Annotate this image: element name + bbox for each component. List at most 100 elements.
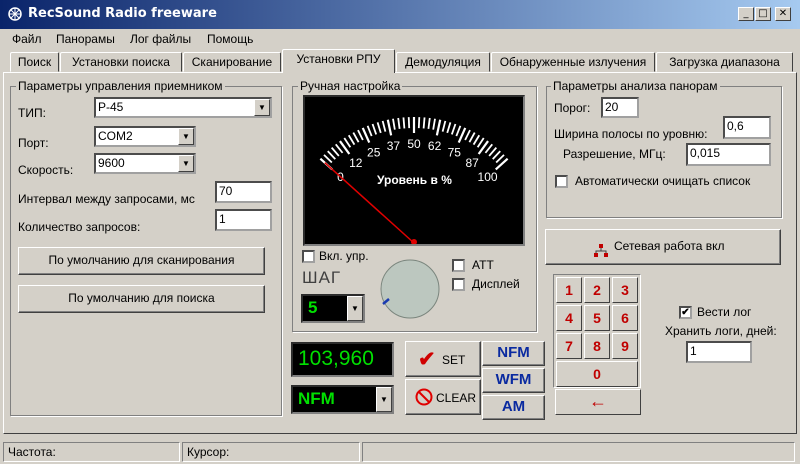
chevron-down-icon[interactable]: ▼ bbox=[178, 128, 194, 145]
interval-label: Интервал между запросами, мс bbox=[18, 192, 195, 206]
meter-tick bbox=[335, 143, 344, 154]
meter-tick bbox=[450, 123, 457, 135]
set-label: SET bbox=[442, 353, 466, 367]
speed-value: 9600 bbox=[98, 156, 125, 170]
port-select[interactable]: COM2 ▼ bbox=[94, 126, 196, 147]
log-days-input[interactable]: 1 bbox=[686, 341, 752, 363]
menu-help[interactable]: Помощь bbox=[207, 32, 253, 46]
key-1[interactable]: 1 bbox=[556, 277, 582, 303]
key-6[interactable]: 6 bbox=[612, 305, 638, 331]
meter-label: Уровень в % bbox=[377, 173, 452, 187]
clear-button[interactable]: CLEAR bbox=[405, 379, 481, 415]
meter-tick bbox=[330, 147, 340, 157]
key-9[interactable]: 9 bbox=[612, 333, 638, 359]
display-checkbox[interactable] bbox=[452, 278, 465, 291]
tab-band-load[interactable]: Загрузка диапазона bbox=[656, 52, 793, 72]
resolution-input[interactable]: 0,015 bbox=[686, 143, 771, 166]
step-select[interactable]: 5 ▼ bbox=[301, 294, 365, 323]
default-scan-button[interactable]: По умолчанию для сканирования bbox=[18, 247, 265, 275]
tab-demodulation[interactable]: Демодуляция bbox=[396, 52, 490, 72]
nfm-button[interactable]: NFM bbox=[482, 341, 545, 366]
meter-tick bbox=[381, 120, 387, 132]
speed-label: Скорость: bbox=[18, 163, 74, 177]
meter-tick bbox=[432, 118, 436, 130]
step-value: 5 bbox=[308, 298, 318, 317]
tab-search-settings[interactable]: Установки поиска bbox=[60, 52, 182, 72]
arrow-left-icon: ← bbox=[589, 391, 607, 411]
backspace-button[interactable]: ← bbox=[555, 389, 641, 415]
chevron-down-icon[interactable]: ▼ bbox=[178, 155, 194, 172]
step-label: ШАГ bbox=[302, 268, 342, 287]
network-button[interactable]: Сетевая работа вкл bbox=[545, 229, 781, 265]
mode-value: NFM bbox=[298, 389, 335, 408]
vkl-upr-checkbox[interactable] bbox=[302, 250, 315, 263]
meter-tick bbox=[457, 127, 467, 143]
keep-log-checkbox[interactable]: ✔ bbox=[679, 306, 692, 319]
speed-select[interactable]: 9600 ▼ bbox=[94, 153, 196, 174]
key-0[interactable]: 0 bbox=[556, 361, 638, 387]
meter-tick-label: 50 bbox=[407, 137, 421, 151]
key-2[interactable]: 2 bbox=[584, 277, 610, 303]
count-input[interactable]: 1 bbox=[215, 209, 272, 231]
am-button[interactable]: AM bbox=[482, 395, 545, 420]
tab-receiver-settings[interactable]: Установки РПУ bbox=[282, 49, 395, 73]
att-checkbox[interactable] bbox=[452, 259, 465, 272]
autoclear-label: Автоматически очищать список bbox=[575, 174, 751, 188]
tab-detected-emissions[interactable]: Обнаруженные излучения bbox=[491, 52, 655, 72]
meter-tick bbox=[392, 118, 396, 130]
meter-tick bbox=[343, 137, 352, 148]
menu-logfiles[interactable]: Лог файлы bbox=[130, 32, 191, 46]
meter-tick bbox=[435, 119, 442, 136]
status-cursor: Курсор: bbox=[182, 442, 360, 462]
key-7[interactable]: 7 bbox=[556, 333, 582, 359]
mode-select[interactable]: NFM ▼ bbox=[291, 385, 394, 414]
type-select[interactable]: P-45 ▼ bbox=[94, 97, 272, 118]
default-search-button[interactable]: По умолчанию для поиска bbox=[18, 285, 265, 313]
wfm-button[interactable]: WFM bbox=[482, 368, 545, 393]
meter-tick bbox=[376, 122, 382, 134]
key-8[interactable]: 8 bbox=[584, 333, 610, 359]
tab-scanning[interactable]: Сканирование bbox=[183, 52, 281, 72]
tab-search[interactable]: Поиск bbox=[10, 52, 59, 72]
threshold-input[interactable]: 20 bbox=[601, 97, 639, 118]
interval-input[interactable]: 70 bbox=[215, 181, 272, 203]
panorama-group-title: Параметры анализа панорам bbox=[551, 79, 720, 93]
meter-tick bbox=[397, 117, 401, 130]
autoclear-checkbox[interactable] bbox=[555, 175, 568, 188]
status-bar: Частота: Курсор: bbox=[0, 440, 800, 464]
vkl-upr-label: Вкл. упр. bbox=[319, 249, 369, 263]
menu-panoramas[interactable]: Панорамы bbox=[56, 32, 115, 46]
meter-tick bbox=[366, 125, 373, 137]
key-5[interactable]: 5 bbox=[584, 305, 610, 331]
menu-file[interactable]: Файл bbox=[12, 32, 42, 46]
meter-tick bbox=[371, 123, 378, 135]
minimize-button[interactable]: _ bbox=[738, 7, 754, 21]
clear-label: CLEAR bbox=[436, 391, 477, 405]
set-button[interactable]: ✔ SET bbox=[405, 341, 481, 377]
meter-tick bbox=[464, 129, 471, 141]
close-button[interactable]: ✕ bbox=[775, 7, 791, 21]
keep-log-label: Вести лог bbox=[697, 305, 752, 319]
maximize-button[interactable]: □ bbox=[755, 7, 771, 21]
key-3[interactable]: 3 bbox=[612, 277, 638, 303]
meter-tick bbox=[361, 127, 371, 143]
meter-tick bbox=[357, 129, 364, 141]
status-empty bbox=[362, 442, 795, 462]
meter-tick bbox=[492, 150, 501, 160]
chevron-down-icon[interactable]: ▼ bbox=[347, 296, 363, 321]
chevron-down-icon[interactable]: ▼ bbox=[376, 387, 392, 412]
meter-tick bbox=[347, 134, 356, 146]
meter-tick bbox=[441, 120, 447, 132]
status-frequency: Частота: bbox=[3, 442, 180, 462]
display-label: Дисплей bbox=[472, 277, 520, 291]
meter-tick bbox=[327, 150, 336, 160]
chevron-down-icon[interactable]: ▼ bbox=[254, 99, 270, 116]
meter-tick bbox=[386, 119, 393, 136]
meter-tick-label: 25 bbox=[367, 146, 381, 160]
bandwidth-input[interactable]: 0,6 bbox=[723, 116, 771, 139]
network-icon bbox=[593, 239, 609, 257]
resolution-label: Разрешение, МГц: bbox=[563, 147, 666, 161]
tuning-knob[interactable] bbox=[379, 258, 441, 320]
key-4[interactable]: 4 bbox=[556, 305, 582, 331]
menu-bar: Файл Панорамы Лог файлы Помощь bbox=[0, 29, 800, 49]
